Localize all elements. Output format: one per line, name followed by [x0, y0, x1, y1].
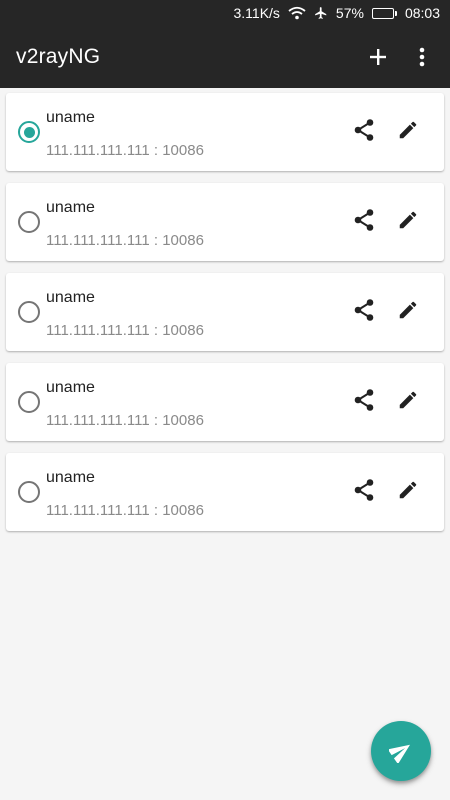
add-icon	[370, 49, 386, 65]
edit-button[interactable]	[392, 386, 424, 418]
server-address: 111.111.111.111 : 10086	[46, 232, 204, 249]
share-button[interactable]	[348, 476, 380, 508]
server-radio-button[interactable]	[18, 301, 40, 323]
server-card[interactable]: uname 111.111.111.111 : 10086	[6, 363, 444, 441]
server-card[interactable]: uname 111.111.111.111 : 10086	[6, 453, 444, 531]
server-address: 111.111.111.111 : 10086	[46, 322, 204, 339]
add-button[interactable]	[358, 37, 398, 77]
edit-icon	[397, 209, 419, 236]
clock: 08:03	[404, 5, 440, 21]
server-radio-button[interactable]	[18, 481, 40, 503]
connect-fab[interactable]	[371, 721, 431, 781]
app-title: v2rayNG	[16, 45, 101, 68]
edit-button[interactable]	[392, 476, 424, 508]
airplane-icon	[314, 6, 328, 20]
app-bar: v2rayNG	[0, 26, 450, 88]
share-icon	[353, 388, 375, 417]
radio-selected-dot	[23, 126, 35, 138]
share-icon	[353, 478, 375, 507]
edit-button[interactable]	[392, 116, 424, 148]
server-card[interactable]: uname 111.111.111.111 : 10086	[6, 273, 444, 351]
server-name: uname	[46, 199, 95, 216]
more-vert-icon	[419, 47, 425, 67]
share-button[interactable]	[348, 386, 380, 418]
send-icon	[389, 744, 411, 763]
server-radio-button[interactable]	[18, 211, 40, 233]
edit-icon	[397, 119, 419, 146]
status-bar: 3.11K/s 57% 08:03	[0, 0, 450, 26]
battery-percent: 57%	[335, 5, 364, 21]
server-name: uname	[46, 289, 95, 306]
server-name: uname	[46, 469, 95, 486]
server-address: 111.111.111.111 : 10086	[46, 502, 204, 519]
server-name: uname	[46, 379, 95, 396]
share-icon	[353, 118, 375, 147]
share-button[interactable]	[348, 296, 380, 328]
server-address: 111.111.111.111 : 10086	[46, 142, 204, 159]
server-card[interactable]: uname 111.111.111.111 : 10086	[6, 183, 444, 261]
share-button[interactable]	[348, 116, 380, 148]
server-name: uname	[46, 109, 95, 126]
more-options-button[interactable]	[402, 37, 442, 77]
edit-button[interactable]	[392, 206, 424, 238]
server-radio-button[interactable]	[18, 121, 40, 143]
wifi-icon	[288, 6, 306, 20]
share-icon	[353, 298, 375, 327]
battery-icon	[371, 7, 397, 19]
network-speed: 3.11K/s	[233, 5, 280, 21]
server-card[interactable]: uname 111.111.111.111 : 10086	[6, 93, 444, 171]
edit-icon	[397, 479, 419, 506]
server-radio-button[interactable]	[18, 391, 40, 413]
edit-icon	[397, 389, 419, 416]
share-button[interactable]	[348, 206, 380, 238]
share-icon	[353, 208, 375, 237]
edit-button[interactable]	[392, 296, 424, 328]
edit-icon	[397, 299, 419, 326]
server-address: 111.111.111.111 : 10086	[46, 412, 204, 429]
